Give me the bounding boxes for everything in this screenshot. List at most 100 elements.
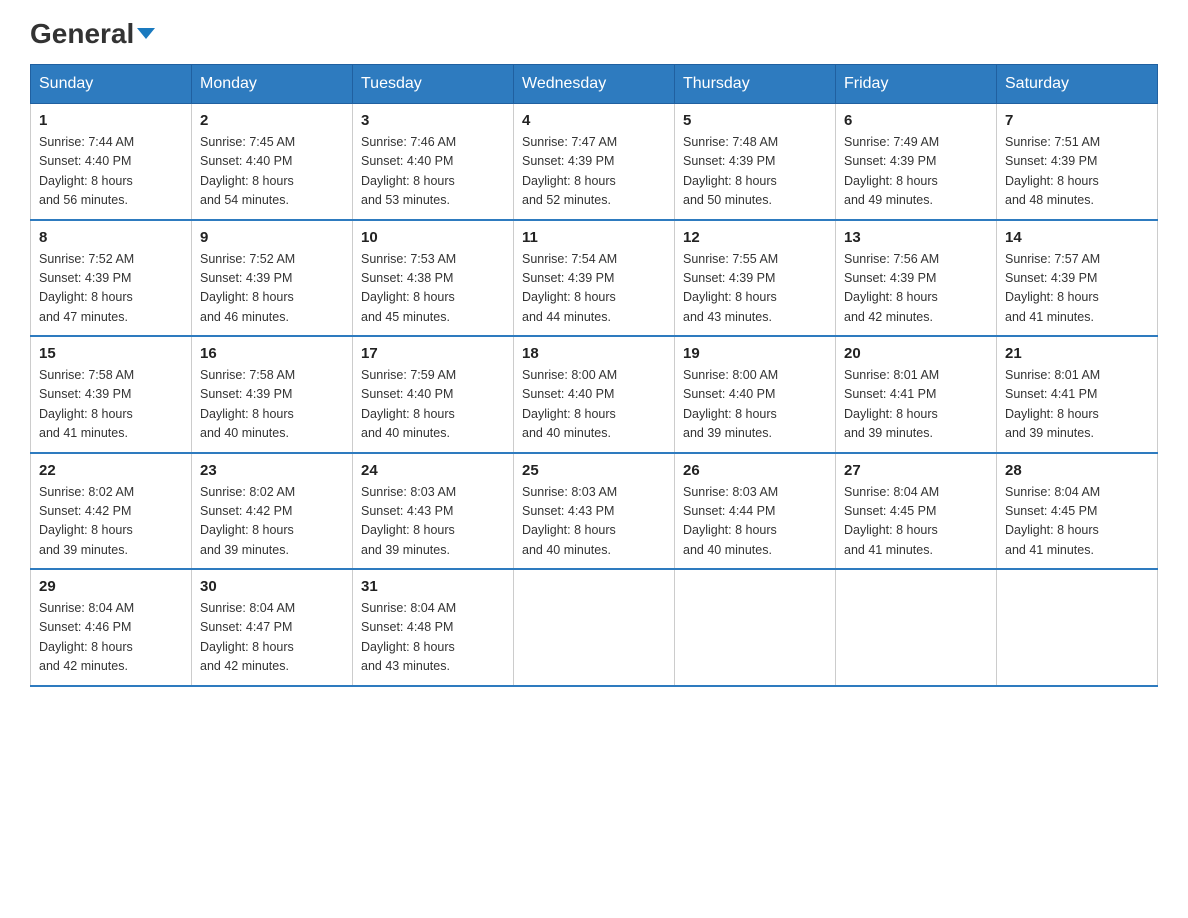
logo-text: General <box>30 20 155 48</box>
day-info: Sunrise: 7:51 AMSunset: 4:39 PMDaylight:… <box>1005 133 1149 211</box>
calendar-cell: 19 Sunrise: 8:00 AMSunset: 4:40 PMDaylig… <box>675 336 836 453</box>
day-number: 2 <box>200 112 344 129</box>
calendar-cell: 26 Sunrise: 8:03 AMSunset: 4:44 PMDaylig… <box>675 453 836 570</box>
day-info: Sunrise: 8:02 AMSunset: 4:42 PMDaylight:… <box>200 483 344 561</box>
day-number: 15 <box>39 345 183 362</box>
week-row-4: 22 Sunrise: 8:02 AMSunset: 4:42 PMDaylig… <box>31 453 1158 570</box>
calendar-cell: 24 Sunrise: 8:03 AMSunset: 4:43 PMDaylig… <box>353 453 514 570</box>
day-info: Sunrise: 7:48 AMSunset: 4:39 PMDaylight:… <box>683 133 827 211</box>
calendar-cell: 30 Sunrise: 8:04 AMSunset: 4:47 PMDaylig… <box>192 569 353 686</box>
header-day-friday: Friday <box>836 65 997 104</box>
day-number: 28 <box>1005 462 1149 479</box>
week-row-2: 8 Sunrise: 7:52 AMSunset: 4:39 PMDayligh… <box>31 220 1158 337</box>
day-number: 31 <box>361 578 505 595</box>
day-info: Sunrise: 7:44 AMSunset: 4:40 PMDaylight:… <box>39 133 183 211</box>
day-info: Sunrise: 7:57 AMSunset: 4:39 PMDaylight:… <box>1005 250 1149 328</box>
calendar-cell: 20 Sunrise: 8:01 AMSunset: 4:41 PMDaylig… <box>836 336 997 453</box>
calendar-cell: 29 Sunrise: 8:04 AMSunset: 4:46 PMDaylig… <box>31 569 192 686</box>
calendar-cell: 22 Sunrise: 8:02 AMSunset: 4:42 PMDaylig… <box>31 453 192 570</box>
day-info: Sunrise: 8:04 AMSunset: 4:45 PMDaylight:… <box>844 483 988 561</box>
header-day-sunday: Sunday <box>31 65 192 104</box>
calendar-cell: 31 Sunrise: 8:04 AMSunset: 4:48 PMDaylig… <box>353 569 514 686</box>
header-day-wednesday: Wednesday <box>514 65 675 104</box>
day-info: Sunrise: 7:46 AMSunset: 4:40 PMDaylight:… <box>361 133 505 211</box>
day-info: Sunrise: 7:54 AMSunset: 4:39 PMDaylight:… <box>522 250 666 328</box>
day-info: Sunrise: 7:58 AMSunset: 4:39 PMDaylight:… <box>200 366 344 444</box>
calendar-cell <box>675 569 836 686</box>
calendar-cell: 11 Sunrise: 7:54 AMSunset: 4:39 PMDaylig… <box>514 220 675 337</box>
calendar-cell: 15 Sunrise: 7:58 AMSunset: 4:39 PMDaylig… <box>31 336 192 453</box>
day-number: 24 <box>361 462 505 479</box>
day-info: Sunrise: 8:01 AMSunset: 4:41 PMDaylight:… <box>844 366 988 444</box>
calendar-cell: 9 Sunrise: 7:52 AMSunset: 4:39 PMDayligh… <box>192 220 353 337</box>
day-number: 20 <box>844 345 988 362</box>
day-info: Sunrise: 7:53 AMSunset: 4:38 PMDaylight:… <box>361 250 505 328</box>
calendar-cell: 16 Sunrise: 7:58 AMSunset: 4:39 PMDaylig… <box>192 336 353 453</box>
day-number: 7 <box>1005 112 1149 129</box>
day-number: 11 <box>522 229 666 246</box>
calendar-cell: 28 Sunrise: 8:04 AMSunset: 4:45 PMDaylig… <box>997 453 1158 570</box>
calendar-cell: 8 Sunrise: 7:52 AMSunset: 4:39 PMDayligh… <box>31 220 192 337</box>
day-number: 12 <box>683 229 827 246</box>
day-info: Sunrise: 8:03 AMSunset: 4:44 PMDaylight:… <box>683 483 827 561</box>
calendar-cell: 10 Sunrise: 7:53 AMSunset: 4:38 PMDaylig… <box>353 220 514 337</box>
calendar-cell: 13 Sunrise: 7:56 AMSunset: 4:39 PMDaylig… <box>836 220 997 337</box>
week-row-1: 1 Sunrise: 7:44 AMSunset: 4:40 PMDayligh… <box>31 104 1158 220</box>
day-number: 21 <box>1005 345 1149 362</box>
day-number: 18 <box>522 345 666 362</box>
calendar-cell: 12 Sunrise: 7:55 AMSunset: 4:39 PMDaylig… <box>675 220 836 337</box>
calendar-cell: 23 Sunrise: 8:02 AMSunset: 4:42 PMDaylig… <box>192 453 353 570</box>
day-number: 6 <box>844 112 988 129</box>
day-info: Sunrise: 7:52 AMSunset: 4:39 PMDaylight:… <box>39 250 183 328</box>
day-info: Sunrise: 8:04 AMSunset: 4:45 PMDaylight:… <box>1005 483 1149 561</box>
page-header: General <box>30 20 1158 44</box>
calendar-cell: 17 Sunrise: 7:59 AMSunset: 4:40 PMDaylig… <box>353 336 514 453</box>
calendar-cell: 3 Sunrise: 7:46 AMSunset: 4:40 PMDayligh… <box>353 104 514 220</box>
day-info: Sunrise: 8:01 AMSunset: 4:41 PMDaylight:… <box>1005 366 1149 444</box>
day-number: 10 <box>361 229 505 246</box>
day-info: Sunrise: 8:03 AMSunset: 4:43 PMDaylight:… <box>522 483 666 561</box>
calendar-cell: 27 Sunrise: 8:04 AMSunset: 4:45 PMDaylig… <box>836 453 997 570</box>
week-row-5: 29 Sunrise: 8:04 AMSunset: 4:46 PMDaylig… <box>31 569 1158 686</box>
calendar-cell: 5 Sunrise: 7:48 AMSunset: 4:39 PMDayligh… <box>675 104 836 220</box>
day-number: 27 <box>844 462 988 479</box>
day-info: Sunrise: 8:00 AMSunset: 4:40 PMDaylight:… <box>522 366 666 444</box>
day-number: 19 <box>683 345 827 362</box>
header-row: SundayMondayTuesdayWednesdayThursdayFrid… <box>31 65 1158 104</box>
day-number: 13 <box>844 229 988 246</box>
day-info: Sunrise: 7:45 AMSunset: 4:40 PMDaylight:… <box>200 133 344 211</box>
header-day-tuesday: Tuesday <box>353 65 514 104</box>
calendar-cell <box>836 569 997 686</box>
day-number: 22 <box>39 462 183 479</box>
day-number: 23 <box>200 462 344 479</box>
day-number: 1 <box>39 112 183 129</box>
calendar-cell: 6 Sunrise: 7:49 AMSunset: 4:39 PMDayligh… <box>836 104 997 220</box>
calendar-cell: 1 Sunrise: 7:44 AMSunset: 4:40 PMDayligh… <box>31 104 192 220</box>
day-info: Sunrise: 7:47 AMSunset: 4:39 PMDaylight:… <box>522 133 666 211</box>
calendar-cell: 14 Sunrise: 7:57 AMSunset: 4:39 PMDaylig… <box>997 220 1158 337</box>
day-number: 14 <box>1005 229 1149 246</box>
day-number: 8 <box>39 229 183 246</box>
day-info: Sunrise: 8:00 AMSunset: 4:40 PMDaylight:… <box>683 366 827 444</box>
header-day-monday: Monday <box>192 65 353 104</box>
calendar-cell: 21 Sunrise: 8:01 AMSunset: 4:41 PMDaylig… <box>997 336 1158 453</box>
day-number: 4 <box>522 112 666 129</box>
day-number: 5 <box>683 112 827 129</box>
week-row-3: 15 Sunrise: 7:58 AMSunset: 4:39 PMDaylig… <box>31 336 1158 453</box>
day-info: Sunrise: 7:49 AMSunset: 4:39 PMDaylight:… <box>844 133 988 211</box>
day-info: Sunrise: 8:04 AMSunset: 4:46 PMDaylight:… <box>39 599 183 677</box>
day-number: 16 <box>200 345 344 362</box>
day-info: Sunrise: 8:04 AMSunset: 4:47 PMDaylight:… <box>200 599 344 677</box>
day-info: Sunrise: 7:52 AMSunset: 4:39 PMDaylight:… <box>200 250 344 328</box>
calendar-cell: 4 Sunrise: 7:47 AMSunset: 4:39 PMDayligh… <box>514 104 675 220</box>
calendar-cell: 7 Sunrise: 7:51 AMSunset: 4:39 PMDayligh… <box>997 104 1158 220</box>
day-info: Sunrise: 8:04 AMSunset: 4:48 PMDaylight:… <box>361 599 505 677</box>
day-number: 26 <box>683 462 827 479</box>
day-number: 3 <box>361 112 505 129</box>
header-day-thursday: Thursday <box>675 65 836 104</box>
header-day-saturday: Saturday <box>997 65 1158 104</box>
day-info: Sunrise: 7:55 AMSunset: 4:39 PMDaylight:… <box>683 250 827 328</box>
day-info: Sunrise: 7:58 AMSunset: 4:39 PMDaylight:… <box>39 366 183 444</box>
day-info: Sunrise: 8:02 AMSunset: 4:42 PMDaylight:… <box>39 483 183 561</box>
calendar-cell: 2 Sunrise: 7:45 AMSunset: 4:40 PMDayligh… <box>192 104 353 220</box>
